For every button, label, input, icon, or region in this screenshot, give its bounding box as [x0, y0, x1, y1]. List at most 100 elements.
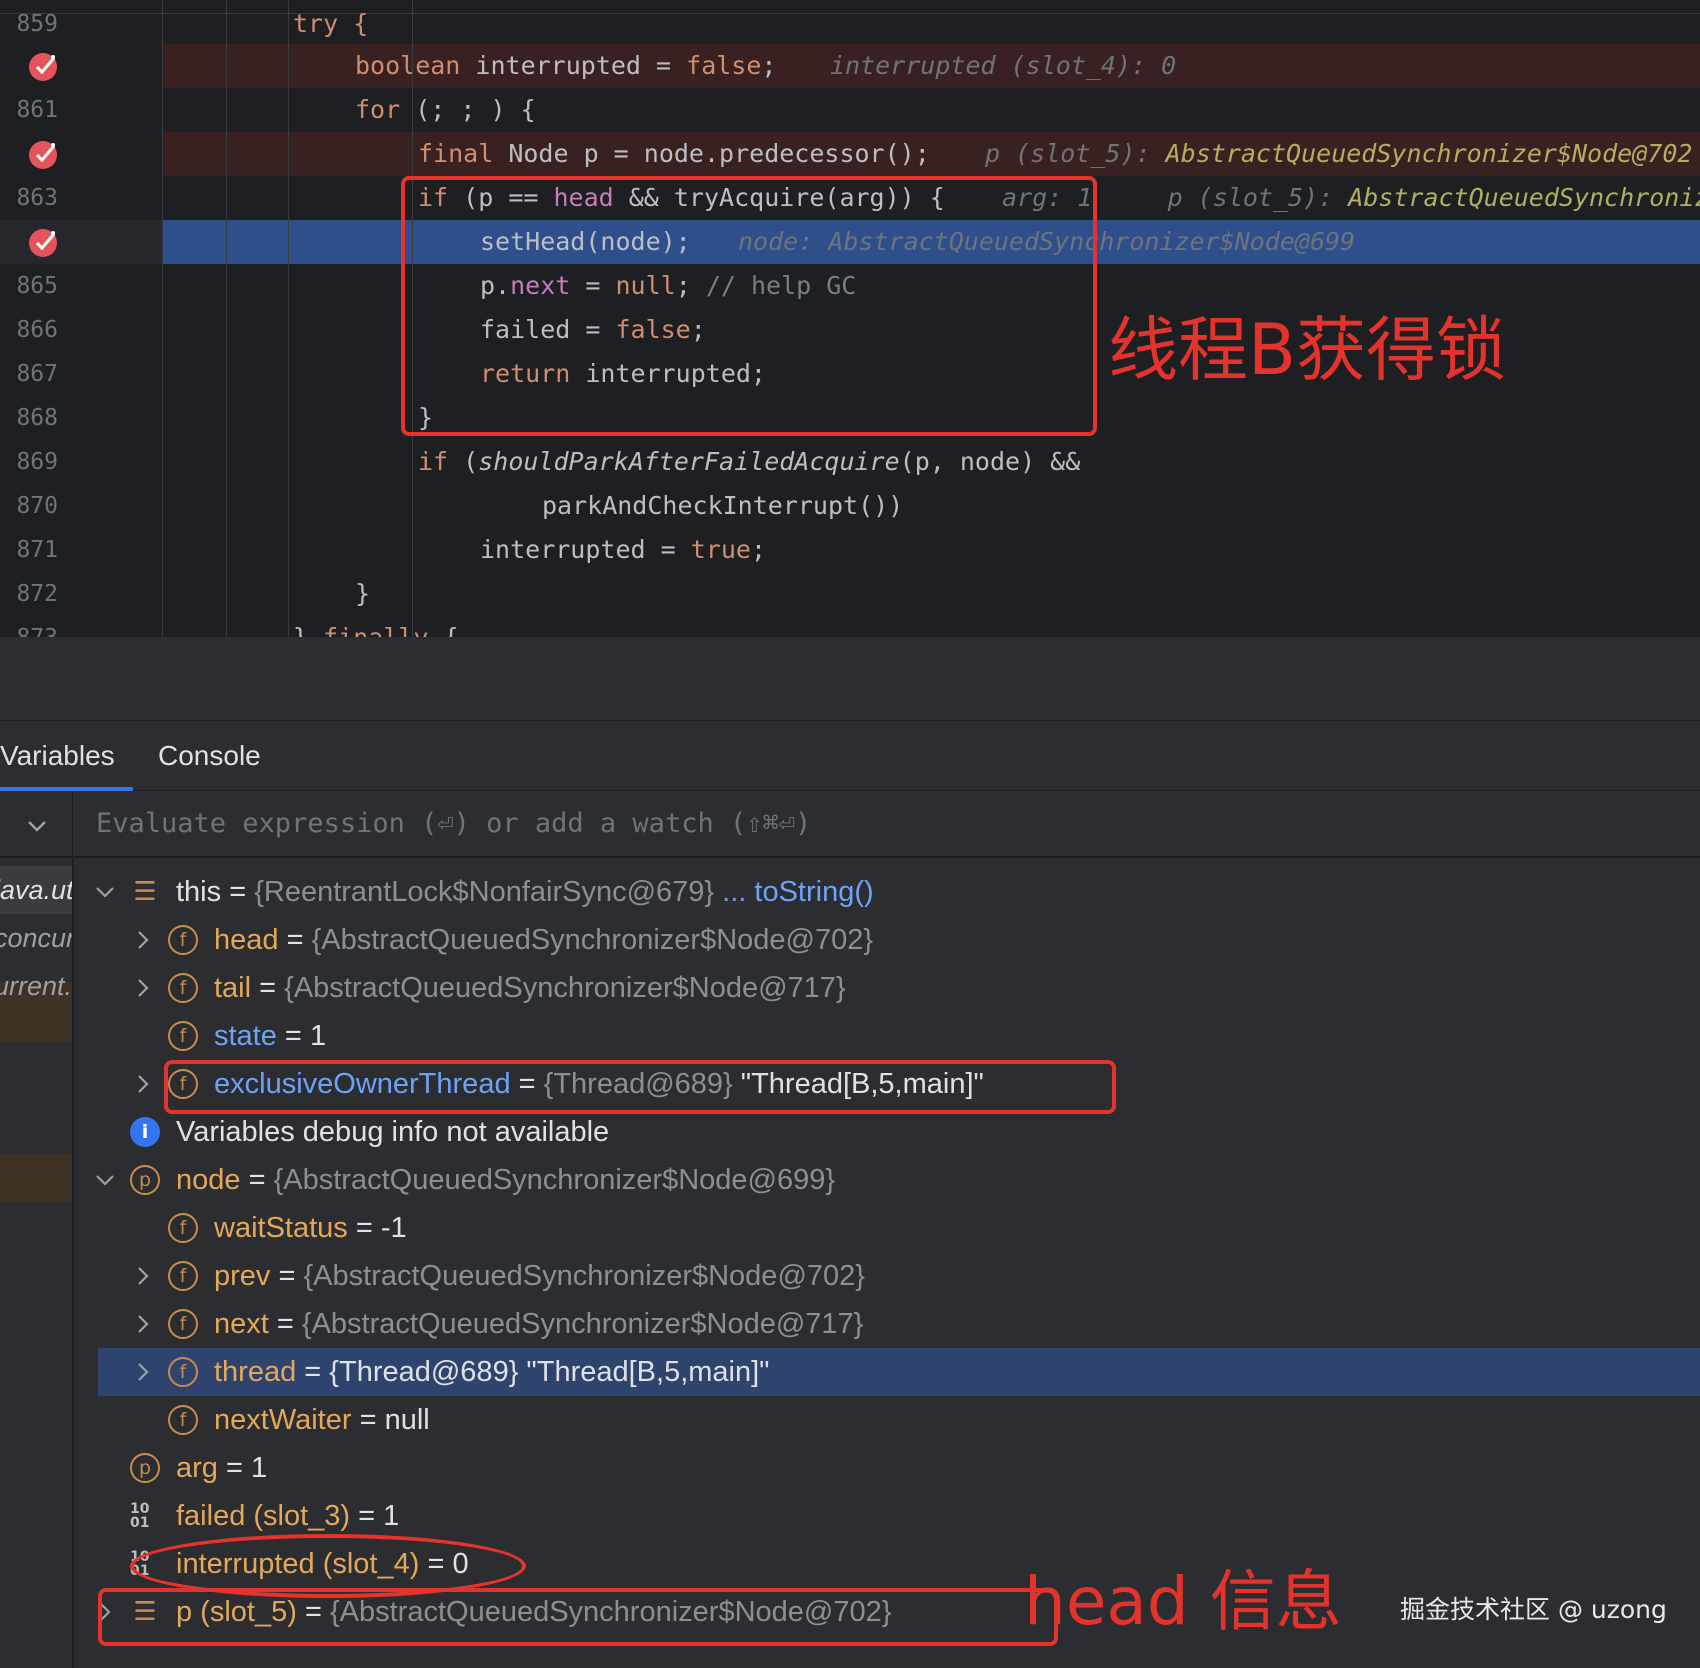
debug-tabs: Variables Console [0, 721, 1700, 791]
variable-text: nextWaiter = null [214, 1396, 430, 1444]
variable-equals: = [221, 876, 255, 908]
variable-equals: = [278, 924, 312, 956]
gutter[interactable] [0, 44, 162, 88]
variable-value: {AbstractQueuedSynchronizer$Node@702} [311, 924, 874, 956]
code-text: p.next = null; // help GC [480, 264, 856, 308]
code-text: parkAndCheckInterrupt()) [542, 484, 903, 528]
annotation-head-info: head 信息 [1024, 1563, 1342, 1640]
code-token: boolean [355, 51, 461, 80]
variable-row[interactable]: 10 01 interrupted (slot_4) = 0 [74, 1540, 1700, 1588]
line-number: 865 [16, 273, 58, 299]
eval-history-dropdown[interactable] [0, 791, 73, 857]
tab-variables-label: Variables [0, 740, 115, 771]
code-text: if (shouldParkAfterFailedAcquire(p, node… [418, 440, 1080, 484]
breakpoint-icon[interactable] [28, 226, 60, 258]
variable-row[interactable]: f thread = {Thread@689} "Thread[B,5,main]… [98, 1348, 1700, 1396]
code-line: final Node p = node.predecessor(); p (slo… [0, 132, 1700, 176]
frame-item[interactable]: concurrent. [0, 914, 72, 962]
gutter[interactable]: 863 [0, 176, 162, 220]
code-token: } [355, 579, 371, 608]
gutter[interactable]: 871 [0, 528, 162, 572]
code-token: ; [675, 271, 706, 300]
frame-item[interactable]: urrent.l [0, 962, 72, 1010]
gutter[interactable]: 868 [0, 396, 162, 440]
code-area: setHead(node); node: AbstractQueuedSynchr… [163, 220, 1700, 264]
gutter[interactable]: 873 [0, 616, 162, 637]
variable-row[interactable]: f prev = {AbstractQueuedSynchronizer$Node… [74, 1252, 1700, 1300]
gutter[interactable]: 872 [0, 572, 162, 616]
chevron-right-icon[interactable] [132, 1252, 154, 1300]
chevron-right-icon[interactable] [132, 916, 154, 964]
variable-row[interactable]: f tail = {AbstractQueuedSynchronizer$Node… [74, 964, 1700, 1012]
variable-value: {AbstractQueuedSynchronizer$Node@702} [329, 1596, 892, 1628]
gutter[interactable] [0, 220, 162, 264]
frame-item[interactable]: java.util [0, 866, 72, 914]
variable-value: {AbstractQueuedSynchronizer$Node@702} [303, 1260, 865, 1292]
tab-variables[interactable]: Variables [0, 721, 133, 791]
code-text: for (; ; ) { [355, 88, 536, 132]
gutter[interactable]: 865 [0, 264, 162, 308]
variable-value: 1 [250, 1452, 268, 1484]
chevron-right-icon[interactable] [132, 964, 154, 1012]
variable-row[interactable]: p node = {AbstractQueuedSynchronizer$Node… [74, 1156, 1700, 1204]
code-token: true [690, 535, 751, 564]
variable-row[interactable]: ☰ this = {ReentrantLock$NonfairSync@679} … [74, 868, 1700, 916]
variable-row[interactable]: i Variables debug info not available [74, 1108, 1700, 1156]
primitive-icon: 10 01 [130, 1549, 150, 1579]
chevron-right-icon[interactable] [94, 1588, 116, 1636]
variable-equals: = [350, 1500, 384, 1532]
gutter[interactable]: 869 [0, 440, 162, 484]
variable-row[interactable]: f next = {AbstractQueuedSynchronizer$Node… [74, 1300, 1700, 1348]
code-token: if [418, 447, 449, 476]
field-icon: f [168, 1069, 198, 1099]
hint-token: AbstractQueuedSynchronizer$Node@702 [1348, 183, 1700, 212]
gutter[interactable]: 861 [0, 88, 162, 132]
chevron-right-icon[interactable] [132, 1060, 154, 1108]
chevron-down-icon[interactable] [94, 1156, 116, 1204]
gutter[interactable]: 866 [0, 308, 162, 352]
chevron-right-icon[interactable] [132, 1300, 154, 1348]
variable-row[interactable]: f head = {AbstractQueuedSynchronizer$Node… [74, 916, 1700, 964]
variable-row[interactable]: f exclusiveOwnerThread = {Thread@689} "Th… [74, 1060, 1700, 1108]
chevron-right-icon[interactable] [132, 1348, 154, 1396]
variable-row[interactable]: f state = 1 [74, 1012, 1700, 1060]
variable-equals: = [296, 1356, 330, 1388]
variable-equals: = [251, 972, 285, 1004]
code-token: p. [480, 271, 511, 300]
code-editor[interactable]: 859 try {boolean interrupted = false; inte… [0, 0, 1700, 637]
tostring-link[interactable]: ... toString() [714, 876, 874, 908]
hint-token: AbstractQueuedSynchronizer$Node@702 [1165, 139, 1693, 168]
variable-row[interactable]: f waitStatus = -1 [74, 1204, 1700, 1252]
breakpoint-icon[interactable] [28, 50, 60, 82]
line-number: 868 [16, 405, 58, 431]
code-text: if (p == head && tryAcquire(arg)) { [418, 176, 945, 220]
variable-row[interactable]: f nextWaiter = null [74, 1396, 1700, 1444]
variable-text: thread = {Thread@689} "Thread[B,5,main]" [214, 1348, 769, 1396]
code-token: (p == [448, 183, 554, 212]
variable-value: 0 [452, 1548, 469, 1580]
gutter[interactable]: 870 [0, 484, 162, 528]
code-token: interrupted = [480, 535, 691, 564]
watermark: 掘金技术社区 @ uzong [1400, 1595, 1667, 1624]
gutter[interactable] [0, 132, 162, 176]
variable-row[interactable]: p arg = 1 [74, 1444, 1700, 1492]
chevron-down-icon[interactable] [94, 868, 116, 916]
field-icon: f [168, 1405, 198, 1435]
gutter[interactable]: 867 [0, 352, 162, 396]
variable-value: {AbstractQueuedSynchronizer$Node@699} [273, 1164, 836, 1196]
variable-value: 1 [309, 1020, 327, 1052]
evaluate-expression-input[interactable]: Evaluate expression (⏎) or add a watch (… [96, 791, 811, 857]
field-icon: f [168, 1309, 198, 1339]
variable-text: prev = {AbstractQueuedSynchronizer$Node@… [214, 1252, 865, 1300]
variable-value: null [384, 1404, 430, 1436]
line-number: 869 [16, 449, 58, 475]
gutter[interactable]: 859 [0, 2, 162, 46]
code-token: interrupted; [570, 359, 766, 388]
variable-row[interactable]: 10 01 failed (slot_3) = 1 [74, 1492, 1700, 1540]
code-text: final Node p = node.predecessor(); [418, 132, 930, 176]
breakpoint-icon[interactable] [28, 138, 60, 170]
tab-console-label: Console [158, 740, 261, 771]
tab-console[interactable]: Console [158, 721, 261, 791]
code-area: if (shouldParkAfterFailedAcquire(p, node… [163, 440, 1700, 484]
variable-equals: = [351, 1404, 385, 1436]
